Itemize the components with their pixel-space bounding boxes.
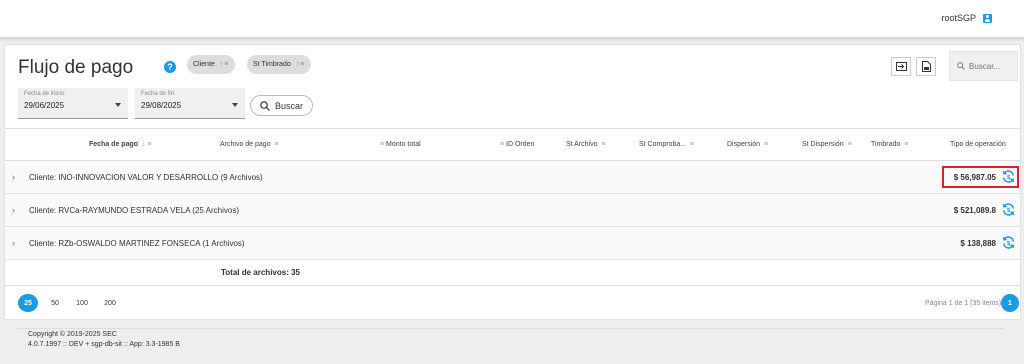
user-icon — [983, 13, 992, 23]
search-icon — [957, 62, 965, 70]
group-amount: $ 138,888 — [960, 239, 996, 248]
column-fecha-de-pago[interactable]: Fecha de pago ↓ ≡ — [89, 141, 152, 148]
search-box[interactable] — [949, 51, 1018, 81]
search-input[interactable] — [969, 61, 1013, 71]
group-label: Cliente: RZb-OSWALDO MARTINEZ FONSECA (1… — [29, 239, 245, 248]
end-date-value: 29/08/2025 — [141, 101, 182, 110]
end-date-label: Fecha de fin: — [141, 91, 176, 97]
filter-icon[interactable]: ≡ — [600, 141, 605, 148]
column-timbrado[interactable]: Timbrado ≡ — [871, 141, 908, 148]
chip-label: Cliente — [193, 61, 215, 68]
help-icon[interactable]: ? — [164, 61, 176, 73]
filter-icon[interactable]: ≡ — [273, 141, 279, 148]
footer: Copyright © 2019-2025 SEC 4.0.7.1997 :: … — [28, 330, 180, 350]
search-button-label: Buscar — [274, 100, 303, 111]
chevron-down-icon[interactable] — [232, 103, 238, 107]
username: rootSGP — [941, 13, 976, 23]
sync-icon[interactable]: $ — [1001, 202, 1016, 217]
column-monto-total[interactable]: ≡ Monto total — [378, 141, 421, 148]
column-dispersion[interactable]: Dispersión ≡ — [727, 141, 768, 148]
column-st-comprobante[interactable]: St Comproba... ≡ — [639, 141, 694, 148]
page-info: Página 1 de 1 (35 items) — [925, 300, 1002, 307]
column-archivo-de-pago[interactable]: Archivo de pago ≡ — [220, 141, 279, 148]
table-header: Fecha de pago ↓ ≡ Archivo de pago ≡ ≡ Mo… — [5, 128, 1020, 161]
svg-text:$: $ — [1007, 241, 1011, 247]
sort-desc-icon[interactable]: ↓ ≡ — [140, 141, 152, 148]
filter-icon[interactable]: ≡ — [688, 141, 694, 148]
page-size-50[interactable]: 50 — [48, 294, 62, 312]
filter-icon[interactable]: ≡ — [762, 141, 768, 148]
group-row[interactable]: › Cliente: INO-INNOVACION VALOR Y DESARR… — [5, 161, 1020, 194]
group-chip-cliente[interactable]: Cliente ↑≡ — [187, 55, 236, 74]
start-date-field[interactable]: Fecha de inicio: 29/06/2025 — [18, 88, 128, 119]
chevron-down-icon[interactable] — [115, 103, 121, 107]
sync-icon[interactable]: $ — [1001, 235, 1016, 250]
page-size-100[interactable]: 100 — [73, 294, 91, 312]
search-icon — [260, 100, 270, 111]
page-button-1[interactable]: 1 — [1001, 294, 1019, 312]
column-st-dispersion[interactable]: St Dispersión ≡ — [802, 141, 852, 148]
user-menu[interactable]: rootSGP — [941, 13, 992, 23]
top-bar: rootSGP — [0, 0, 1024, 38]
chevron-right-icon[interactable]: › — [12, 238, 15, 248]
version-text: 4.0.7.1997 :: DEV + sgp-db-sit :: App: 3… — [28, 341, 180, 348]
group-row[interactable]: › Cliente: RZb-OSWALDO MARTINEZ FONSECA … — [5, 227, 1020, 260]
pdf-export-icon[interactable] — [916, 57, 936, 76]
search-button[interactable]: Buscar — [250, 95, 313, 116]
end-date-field[interactable]: Fecha de fin: 29/08/2025 — [135, 88, 245, 119]
main-card: Flujo de pago ? Cliente ↑≡ St Timbrado ↑… — [4, 44, 1021, 320]
start-date-label: Fecha de inicio: — [24, 91, 67, 97]
highlight-box — [942, 166, 1019, 188]
group-row[interactable]: › Cliente: RVCa-RAYMUNDO ESTRADA VELA (2… — [5, 194, 1020, 227]
footer-divider — [16, 328, 1004, 329]
page-size-200[interactable]: 200 — [101, 294, 119, 312]
group-label: Cliente: RVCa-RAYMUNDO ESTRADA VELA (25 … — [29, 206, 239, 215]
sort-filter-icon[interactable]: ↑≡ — [296, 61, 306, 68]
group-label: Cliente: INO-INNOVACION VALOR Y DESARROL… — [29, 173, 263, 182]
column-tipo-de-operacion[interactable]: Tipo de operación — [950, 141, 1006, 148]
pager: 25 50 100 200 Página 1 de 1 (35 items) 1 — [5, 291, 1020, 319]
total-row: Total de archivos: 35 — [5, 260, 1020, 286]
svg-text:$: $ — [1007, 208, 1011, 214]
start-date-value: 29/06/2025 — [24, 101, 65, 110]
chip-label: St Timbrado — [253, 61, 291, 68]
total-files: Total de archivos: 35 — [221, 268, 300, 277]
chevron-right-icon[interactable]: › — [12, 205, 15, 215]
sort-filter-icon[interactable]: ↑≡ — [220, 61, 230, 68]
export-icon[interactable] — [891, 57, 911, 76]
group-chip-st-timbrado[interactable]: St Timbrado ↑≡ — [247, 55, 312, 74]
page-title: Flujo de pago — [18, 57, 134, 78]
page-size-25[interactable]: 25 — [18, 294, 38, 312]
group-amount: $ 521,089.8 — [953, 206, 996, 215]
filter-icon[interactable]: ≡ — [902, 141, 908, 148]
column-id-orden[interactable]: ≡ ID Orden — [498, 141, 534, 148]
column-st-archivo[interactable]: St Archivo ≡ — [566, 141, 606, 148]
chevron-right-icon[interactable]: › — [12, 172, 15, 182]
filter-icon[interactable]: ≡ — [846, 141, 852, 148]
copyright-text: Copyright © 2019-2025 SEC — [28, 331, 117, 338]
